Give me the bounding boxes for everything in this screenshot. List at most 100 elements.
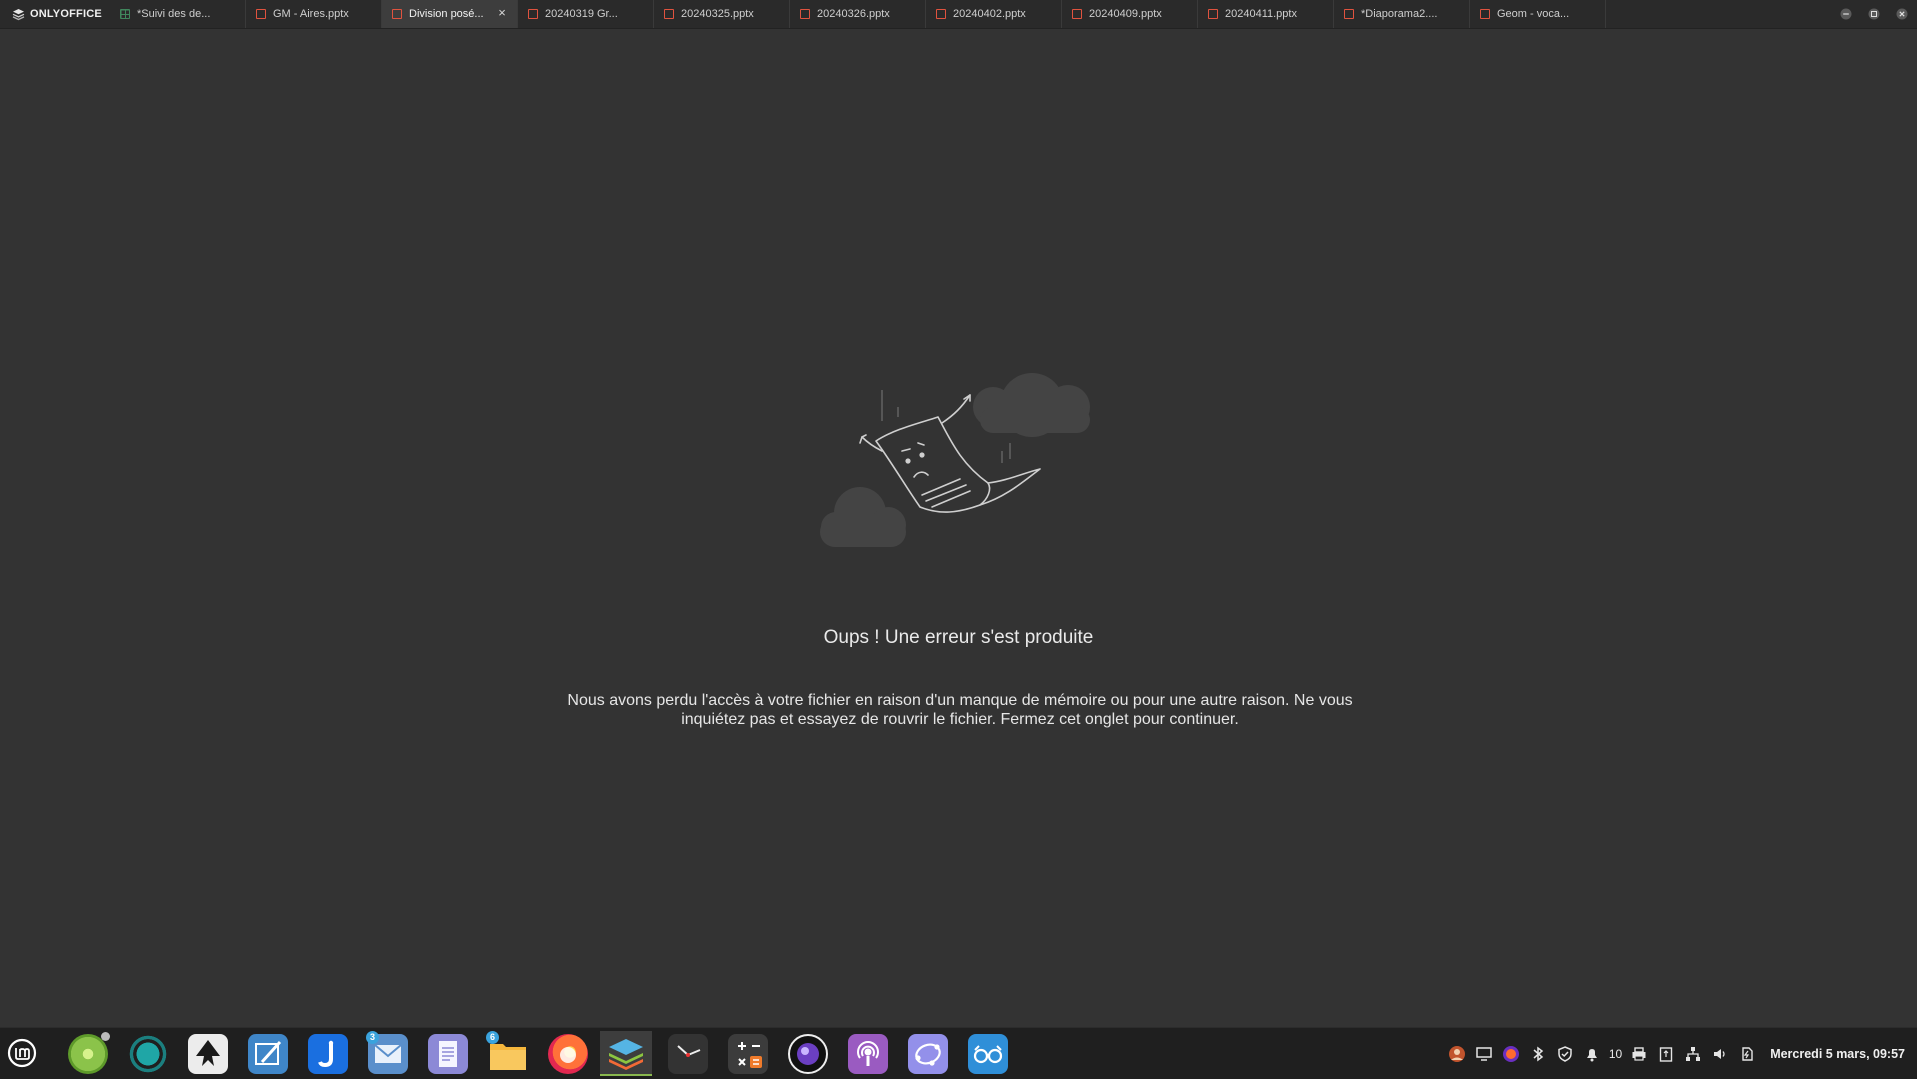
launcher-mail[interactable]: 3 xyxy=(362,1030,414,1076)
launcher-podcast[interactable] xyxy=(842,1031,894,1076)
app-logo[interactable]: ONLYOFFICE xyxy=(0,0,110,28)
tab-label: *Suivi des de... xyxy=(137,8,211,20)
podcast-icon xyxy=(848,1033,888,1074)
tab-label: 20240326.pptx xyxy=(817,8,890,20)
tab-document[interactable]: 20240409.pptx xyxy=(1062,0,1198,28)
disc-burner-icon xyxy=(68,1031,110,1074)
cloud-icon xyxy=(820,487,906,547)
system-tray: 10 Mercredi 5 mars, 09:57 xyxy=(1447,1028,1917,1079)
tab-document[interactable]: *Diaporama2.... xyxy=(1334,0,1470,28)
taskbar: 3 6 10 Mercredi 5 mars, 09:57 xyxy=(0,1027,1917,1079)
app-name: ONLYOFFICE xyxy=(30,8,102,20)
tab-label: 20240411.pptx xyxy=(1225,8,1297,20)
tab-document[interactable]: 20240319 Gr... xyxy=(518,0,654,28)
spreadsheet-icon xyxy=(120,9,130,19)
onlyoffice-window: ONLYOFFICE *Suivi des de... GM - Aires.p… xyxy=(0,0,1917,1027)
presentation-icon xyxy=(800,9,810,19)
launcher-onlyoffice[interactable] xyxy=(600,1031,652,1076)
close-icon xyxy=(1896,8,1908,20)
error-message: Nous avons perdu l'accès à votre fichier… xyxy=(567,692,1353,728)
launcher-inkscape[interactable] xyxy=(182,1031,234,1076)
tab-document[interactable]: 20240325.pptx xyxy=(654,0,790,28)
power-battery-icon[interactable] xyxy=(1737,1044,1757,1064)
tab-document[interactable]: 20240402.pptx xyxy=(926,0,1062,28)
launcher-screen-recorder[interactable] xyxy=(782,1031,834,1076)
bluetooth-icon[interactable] xyxy=(1528,1044,1548,1064)
user-avatar-icon[interactable] xyxy=(1447,1044,1467,1064)
drawing-app-icon xyxy=(248,1033,288,1074)
tab-close-icon[interactable]: × xyxy=(496,6,508,19)
launcher-firefox[interactable] xyxy=(542,1031,594,1076)
launcher-disc-burner[interactable] xyxy=(62,1031,114,1076)
launcher-text-editor[interactable] xyxy=(422,1031,474,1076)
tab-label: *Diaporama2.... xyxy=(1361,8,1438,20)
tab-document-active[interactable]: Division posé... × xyxy=(382,0,518,28)
cloud-icon xyxy=(973,373,1090,437)
mail-icon: 3 xyxy=(366,1030,408,1074)
clock[interactable]: Mercredi 5 mars, 09:57 xyxy=(1770,1047,1905,1061)
presentation-icon xyxy=(1208,9,1218,19)
unread-badge: 3 xyxy=(366,1030,379,1044)
item-count-badge: 6 xyxy=(486,1030,499,1044)
network-icon[interactable] xyxy=(1683,1044,1703,1064)
tab-label: 20240409.pptx xyxy=(1089,8,1162,20)
firefox-icon xyxy=(548,1033,588,1074)
presentation-icon xyxy=(1072,9,1082,19)
presentation-icon xyxy=(664,9,674,19)
text-editor-icon xyxy=(428,1033,468,1074)
screen-recorder-icon xyxy=(788,1033,828,1074)
tab-label: Division posé... xyxy=(409,8,484,20)
minimize-button[interactable] xyxy=(1837,5,1855,23)
tab-document[interactable]: GM - Aires.pptx xyxy=(246,0,382,28)
tab-label: 20240402.pptx xyxy=(953,8,1026,20)
display-icon[interactable] xyxy=(1474,1044,1494,1064)
restore-icon xyxy=(1868,8,1880,20)
launcher-settings-ring[interactable] xyxy=(122,1031,174,1076)
joplin-icon xyxy=(308,1033,348,1074)
inkscape-icon xyxy=(188,1033,228,1074)
launcher-drawing-app[interactable] xyxy=(242,1031,294,1076)
tab-document[interactable]: 20240411.pptx xyxy=(1198,0,1334,28)
clipboard-icon[interactable] xyxy=(1656,1044,1676,1064)
presentation-icon xyxy=(936,9,946,19)
onlyoffice-icon xyxy=(606,1033,646,1073)
launcher-clock-app[interactable] xyxy=(662,1031,714,1076)
notifications-icon[interactable] xyxy=(1582,1044,1602,1064)
accessibility-glasses-icon xyxy=(968,1033,1008,1074)
presentation-icon xyxy=(392,9,402,19)
minimize-icon xyxy=(1840,8,1852,20)
tab-document[interactable]: Geom - voca... xyxy=(1470,0,1606,28)
window-controls xyxy=(1837,0,1917,28)
launcher-file-manager[interactable]: 6 xyxy=(482,1030,534,1076)
start-menu-button[interactable] xyxy=(4,1035,40,1071)
volume-icon[interactable] xyxy=(1710,1044,1730,1064)
firefox-tray-icon[interactable] xyxy=(1501,1044,1521,1064)
tab-label: Geom - voca... xyxy=(1497,8,1570,20)
presentation-icon xyxy=(1480,9,1490,19)
tab-bar: ONLYOFFICE *Suivi des de... GM - Aires.p… xyxy=(0,0,1917,29)
launcher-accessibility[interactable] xyxy=(962,1031,1014,1076)
launcher-calculator[interactable] xyxy=(722,1031,774,1076)
settings-ring-icon xyxy=(128,1033,168,1074)
tab-label: 20240319 Gr... xyxy=(545,8,618,20)
close-window-button[interactable] xyxy=(1893,5,1911,23)
onlyoffice-logo-icon xyxy=(12,8,25,21)
restore-button[interactable] xyxy=(1865,5,1883,23)
launcher-geometry-app[interactable] xyxy=(902,1031,954,1076)
calculator-icon xyxy=(728,1033,768,1074)
notifications-count: 10 xyxy=(1608,1046,1623,1061)
tab-label: 20240325.pptx xyxy=(681,8,754,20)
error-title: Oups ! Une erreur s'est produite xyxy=(823,627,1094,648)
printer-icon[interactable] xyxy=(1629,1044,1649,1064)
presentation-icon xyxy=(1344,9,1354,19)
clock-app-icon xyxy=(668,1033,708,1074)
tab-label: GM - Aires.pptx xyxy=(273,8,349,20)
shield-icon[interactable] xyxy=(1555,1044,1575,1064)
presentation-icon xyxy=(528,9,538,19)
tab-document[interactable]: 20240326.pptx xyxy=(790,0,926,28)
file-manager-icon: 6 xyxy=(486,1030,528,1074)
linux-mint-menu-icon xyxy=(7,1038,37,1068)
flying-document-illustration xyxy=(820,373,1090,547)
launcher-joplin[interactable] xyxy=(302,1031,354,1076)
tab-document[interactable]: *Suivi des de... xyxy=(110,0,246,28)
